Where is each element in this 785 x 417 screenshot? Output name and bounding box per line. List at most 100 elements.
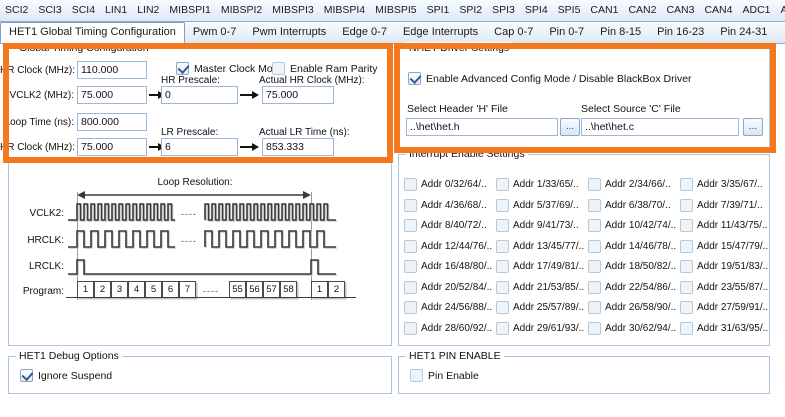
actual-hr-clock-input[interactable] — [262, 86, 334, 104]
addr-checkbox[interactable] — [588, 199, 601, 212]
advanced-config-checkbox[interactable] — [408, 72, 421, 85]
tab-pin-8-15[interactable]: Pin 8-15 — [592, 22, 649, 43]
addr-checkbox[interactable] — [404, 199, 417, 212]
addr-enable-item[interactable]: Addr 25/57/89/.. — [496, 301, 588, 314]
tab-can4[interactable]: CAN4 — [699, 0, 737, 21]
tab-spi3[interactable]: SPI3 — [487, 0, 520, 21]
addr-enable-item[interactable]: Addr 11/43/75/.. — [680, 219, 766, 232]
addr-checkbox[interactable] — [588, 281, 601, 294]
tab-pwm-interrupts[interactable]: Pwm Interrupts — [244, 22, 334, 43]
addr-checkbox[interactable] — [496, 219, 509, 232]
addr-enable-item[interactable]: Addr 29/61/93/.. — [496, 322, 588, 335]
enable-ram-parity-row[interactable]: Enable Ram Parity — [272, 62, 378, 75]
addr-checkbox[interactable] — [496, 322, 509, 335]
addr-enable-item[interactable]: Addr 14/46/78/.. — [588, 240, 680, 253]
loop-time-input[interactable] — [77, 113, 147, 131]
addr-enable-item[interactable]: Addr 24/56/88/.. — [404, 301, 496, 314]
tab-cap-0-7[interactable]: Cap 0-7 — [486, 22, 541, 43]
addr-enable-item[interactable]: Addr 27/59/91/.. — [680, 301, 766, 314]
tab-mibspi2[interactable]: MIBSPI2 — [216, 0, 267, 21]
addr-checkbox[interactable] — [588, 240, 601, 253]
addr-enable-item[interactable]: Addr 8/40/72/.. — [404, 219, 496, 232]
addr-enable-item[interactable]: Addr 31/63/95/.. — [680, 322, 766, 335]
tab-mibspi1[interactable]: MIBSPI1 — [164, 0, 215, 21]
advanced-config-row[interactable]: Enable Advanced Config Mode / Disable Bl… — [408, 72, 692, 85]
addr-enable-item[interactable]: Addr 4/36/68/.. — [404, 199, 496, 212]
addr-checkbox[interactable] — [496, 281, 509, 294]
master-clock-mode-row[interactable]: Master Clock Mode — [176, 62, 284, 75]
pin-enable-row[interactable]: Pin Enable — [410, 369, 479, 382]
addr-enable-item[interactable]: Addr 18/50/82/.. — [588, 260, 680, 273]
source-file-browse-button[interactable]: ... — [743, 118, 763, 136]
addr-enable-item[interactable]: Addr 19/51/83/.. — [680, 260, 766, 273]
addr-enable-item[interactable]: Addr 6/38/70/.. — [588, 199, 680, 212]
tab-sci4[interactable]: SCI4 — [67, 0, 100, 21]
addr-checkbox[interactable] — [680, 240, 693, 253]
addr-checkbox[interactable] — [404, 178, 417, 191]
addr-checkbox[interactable] — [404, 260, 417, 273]
ignore-suspend-checkbox[interactable] — [20, 369, 33, 382]
addr-enable-item[interactable]: Addr 3/35/67/.. — [680, 178, 766, 191]
addr-enable-item[interactable]: Addr 10/42/74/.. — [588, 219, 680, 232]
ignore-suspend-row[interactable]: Ignore Suspend — [20, 369, 112, 382]
addr-enable-item[interactable]: Addr 17/49/81/.. — [496, 260, 588, 273]
tab-pin-16-23[interactable]: Pin 16-23 — [649, 22, 712, 43]
addr-enable-item[interactable]: Addr 5/37/69/.. — [496, 199, 588, 212]
addr-checkbox[interactable] — [680, 199, 693, 212]
addr-enable-item[interactable]: Addr 13/45/77/.. — [496, 240, 588, 253]
addr-checkbox[interactable] — [680, 322, 693, 335]
hr-clock2-input[interactable] — [77, 138, 147, 156]
tab-lin2[interactable]: LIN2 — [132, 0, 164, 21]
tab-can3[interactable]: CAN3 — [661, 0, 699, 21]
addr-checkbox[interactable] — [404, 219, 417, 232]
lr-prescale-input[interactable] — [161, 138, 238, 156]
tab-mibspi4[interactable]: MIBSPI4 — [319, 0, 370, 21]
addr-checkbox[interactable] — [588, 301, 601, 314]
addr-checkbox[interactable] — [496, 240, 509, 253]
tab-het1-global-timing-configuration[interactable]: HET1 Global Timing Configuration — [0, 22, 185, 43]
addr-checkbox[interactable] — [680, 301, 693, 314]
master-clock-mode-checkbox[interactable] — [176, 62, 189, 75]
addr-checkbox[interactable] — [404, 322, 417, 335]
addr-enable-item[interactable]: Addr 15/47/79/.. — [680, 240, 766, 253]
tab-lin1[interactable]: LIN1 — [100, 0, 132, 21]
addr-checkbox[interactable] — [404, 301, 417, 314]
tab-can2[interactable]: CAN2 — [623, 0, 661, 21]
tab-spi2[interactable]: SPI2 — [454, 0, 487, 21]
tab-sci2[interactable]: SCI2 — [0, 0, 33, 21]
tab-sci3[interactable]: SCI3 — [33, 0, 66, 21]
addr-checkbox[interactable] — [680, 281, 693, 294]
addr-checkbox[interactable] — [588, 219, 601, 232]
source-file-input[interactable] — [581, 118, 739, 136]
hr-clock-input[interactable] — [77, 61, 147, 79]
tab-pwm-0-7[interactable]: Pwm 0-7 — [185, 22, 244, 43]
hr-prescale-input[interactable] — [161, 86, 238, 104]
header-file-browse-button[interactable]: ... — [560, 118, 580, 136]
addr-enable-item[interactable]: Addr 2/34/66/.. — [588, 178, 680, 191]
addr-checkbox[interactable] — [404, 240, 417, 253]
addr-checkbox[interactable] — [496, 260, 509, 273]
addr-checkbox[interactable] — [680, 260, 693, 273]
tab-pin-0-7[interactable]: Pin 0-7 — [541, 22, 592, 43]
addr-enable-item[interactable]: Addr 22/54/86/.. — [588, 281, 680, 294]
tab-mibspi5[interactable]: MIBSPI5 — [370, 0, 421, 21]
actual-lr-time-input[interactable] — [262, 138, 334, 156]
addr-checkbox[interactable] — [496, 178, 509, 191]
addr-checkbox[interactable] — [680, 219, 693, 232]
addr-enable-item[interactable]: Addr 7/39/71/.. — [680, 199, 766, 212]
tab-pin-24-31[interactable]: Pin 24-31 — [712, 22, 775, 43]
addr-enable-item[interactable]: Addr 28/60/92/.. — [404, 322, 496, 335]
tab-adc1[interactable]: ADC1 — [737, 0, 775, 21]
addr-enable-item[interactable]: Addr 21/53/85/.. — [496, 281, 588, 294]
addr-enable-item[interactable]: Addr 23/55/87/.. — [680, 281, 766, 294]
addr-enable-item[interactable]: Addr 16/48/80/.. — [404, 260, 496, 273]
tab-spi5[interactable]: SPI5 — [553, 0, 586, 21]
enable-ram-parity-checkbox[interactable] — [272, 62, 285, 75]
addr-enable-item[interactable]: Addr 0/32/64/.. — [404, 178, 496, 191]
addr-checkbox[interactable] — [588, 260, 601, 273]
tab-mibspi3[interactable]: MIBSPI3 — [267, 0, 318, 21]
addr-checkbox[interactable] — [404, 281, 417, 294]
addr-enable-item[interactable]: Addr 20/52/84/.. — [404, 281, 496, 294]
addr-enable-item[interactable]: Addr 12/44/76/.. — [404, 240, 496, 253]
addr-enable-item[interactable]: Addr 1/33/65/.. — [496, 178, 588, 191]
